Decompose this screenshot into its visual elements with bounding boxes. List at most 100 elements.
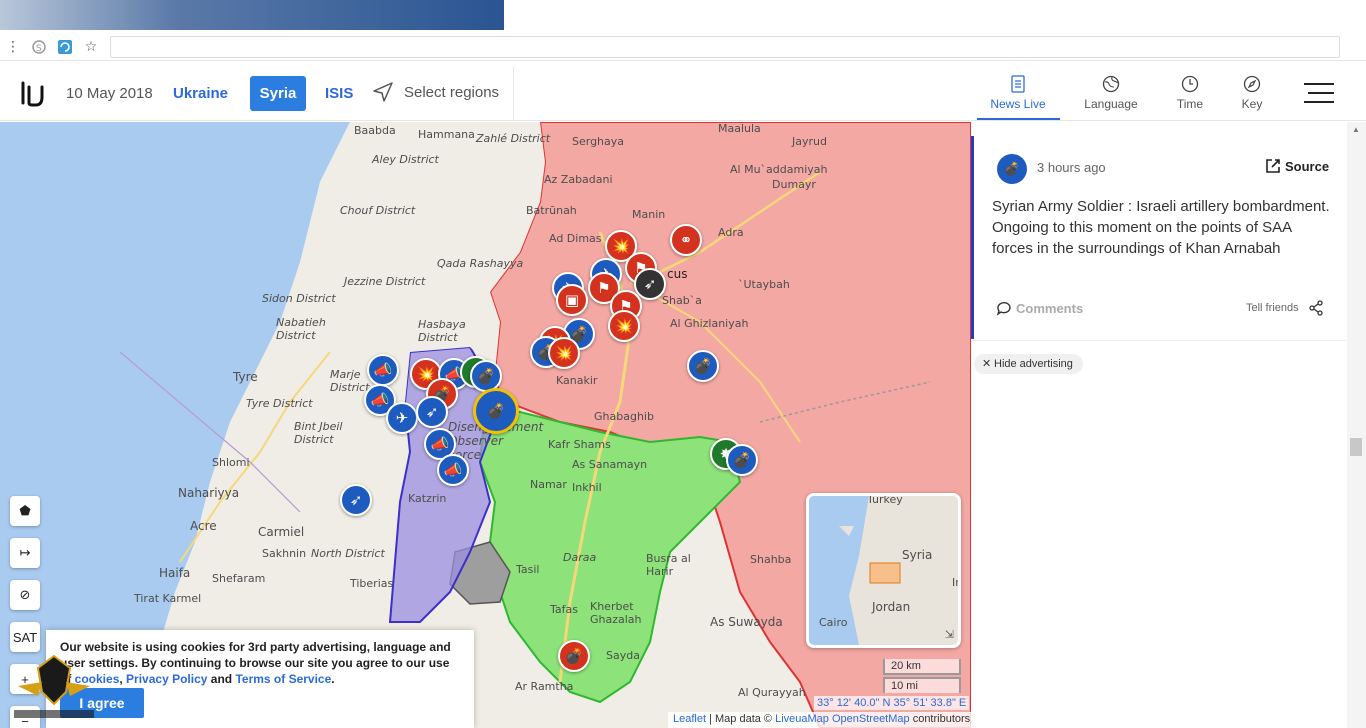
bookmark-star-icon[interactable]: ☆	[78, 34, 104, 60]
place-label: Nahariyya	[178, 486, 240, 500]
place-label: Aley District	[372, 153, 439, 166]
place-label: Qada Rashayya	[437, 257, 524, 270]
place-label: North District	[311, 547, 385, 560]
current-date[interactable]: 10 May 2018	[66, 85, 153, 102]
app-header: 10 May 2018 Ukraine Syria ISIS Select re…	[0, 67, 1366, 121]
svg-text:S: S	[36, 44, 42, 54]
arrow-right-icon[interactable]: ↦	[10, 538, 40, 568]
privacy-policy-link[interactable]: Privacy Policy	[126, 672, 207, 686]
place-label: Acre	[190, 519, 217, 533]
photo-marker-icon[interactable]: ▣	[556, 284, 588, 316]
place-label: Katzrin	[408, 492, 447, 505]
place-label: Sakhnin	[262, 547, 307, 560]
liveuamap-link[interactable]: LiveuaMap	[775, 713, 829, 725]
news-card[interactable]: 💣 3 hours ago Source Syrian Army Soldier…	[971, 136, 1346, 339]
news-icon	[1011, 75, 1025, 93]
cursor-coordinates: 33° 12' 40.0" N 35° 51' 33.8" E	[814, 696, 970, 710]
bomb-marker-icon[interactable]: 💣	[687, 350, 719, 382]
place-label: Busra al Harir	[646, 552, 691, 578]
satellite-toggle-button[interactable]: SAT	[10, 622, 40, 652]
place-label: Ar Ramtha	[515, 680, 574, 693]
place-label: Kanakir	[556, 374, 598, 387]
cookie-text: and	[207, 672, 236, 686]
polygon-icon[interactable]: ⬟	[10, 496, 40, 526]
url-field[interactable]	[110, 35, 1340, 58]
place-label: Hasbaya District	[418, 318, 466, 344]
scroll-up-icon[interactable]: ▲	[1352, 125, 1360, 134]
place-label: Carmiel	[258, 525, 305, 539]
minimap-label: Jordan	[872, 600, 911, 614]
minimap-label: Syria	[902, 548, 933, 562]
bomb-marker-selected-icon[interactable]: 💣	[473, 388, 519, 434]
place-label: Az Zabadani	[544, 173, 613, 186]
place-label: Zahlé District	[476, 132, 551, 145]
explosion-marker-icon[interactable]: 💥	[608, 310, 640, 342]
place-label: Al Mu`addamiyah	[730, 163, 828, 176]
place-label: Jezzine District	[344, 275, 426, 288]
external-link-icon	[1266, 159, 1280, 173]
place-label: Shefaram	[212, 572, 266, 585]
leaflet-link[interactable]: Leaflet	[673, 713, 706, 725]
panel-scrollbar[interactable]: ▲	[1347, 122, 1366, 728]
hamburger-menu-icon[interactable]	[1304, 83, 1334, 105]
osm-link[interactable]: OpenStreetMap	[832, 713, 910, 725]
minimap-toggle-icon[interactable]: ⇲	[945, 628, 954, 641]
nav-key-label: Key	[1241, 97, 1263, 111]
news-comments-link[interactable]: Comments	[996, 300, 1083, 316]
nav-time-label: Time	[1176, 97, 1204, 111]
minimap-label: Cairo	[819, 616, 848, 629]
place-label: As Sanamayn	[572, 458, 648, 471]
liveuamap-logo[interactable]	[20, 79, 48, 109]
missile-marker-icon[interactable]: ➶	[340, 484, 372, 516]
minimap[interactable]: Turkey Syria Ir Jordan Cairo ⇲	[806, 493, 961, 648]
megaphone-marker-icon[interactable]: 📣	[437, 454, 469, 486]
nav-news-live[interactable]: News Live	[978, 75, 1058, 111]
share-icon[interactable]	[1308, 300, 1324, 316]
explosion-marker-icon[interactable]: 💥	[548, 337, 580, 369]
select-regions-label: Select regions	[404, 83, 500, 101]
browser-titlebar	[0, 0, 504, 30]
news-source-link[interactable]: Source	[1265, 158, 1329, 174]
clock-icon	[1181, 75, 1199, 93]
hide-eye-icon[interactable]: ⊘	[10, 580, 40, 610]
rocket-marker-icon[interactable]: ➶	[634, 268, 666, 300]
place-label: Shahba	[750, 553, 792, 566]
attribution-text: | Map data ©	[706, 713, 776, 725]
scroll-thumb[interactable]	[1350, 438, 1362, 456]
place-label: Maalula	[718, 122, 761, 135]
missile-marker-icon[interactable]: ➶	[416, 396, 448, 428]
map-scale: 20 km 10 mi	[883, 659, 961, 693]
place-label: Namar	[530, 478, 567, 491]
terms-link[interactable]: Terms of Service	[235, 672, 331, 686]
place-label: Al Qurayyah	[738, 686, 806, 699]
megaphone-marker-icon[interactable]: 📣	[367, 354, 399, 386]
place-label: Tafas	[550, 603, 578, 616]
nav-key[interactable]: Key	[1212, 75, 1292, 111]
place-label: Tyre District	[246, 397, 313, 410]
arab-defense-forum-watermark-icon	[14, 654, 94, 718]
bomb-marker-icon[interactable]: 💣	[726, 444, 758, 476]
select-regions-button[interactable]: Select regions	[372, 81, 499, 103]
hide-advertising-button[interactable]: ✕ Hide advertising	[974, 354, 1083, 374]
tab-syria[interactable]: Syria	[250, 76, 306, 111]
tab-isis[interactable]: ISIS	[325, 85, 353, 102]
extension-icon[interactable]	[52, 34, 78, 60]
news-comments-label: Comments	[1016, 300, 1084, 316]
place-label: Chouf District	[340, 204, 416, 217]
place-label: Kafr Shams	[548, 438, 611, 451]
active-nav-underline	[977, 118, 1060, 120]
skype-extension-icon[interactable]: S	[26, 34, 52, 60]
jet-marker-icon[interactable]: ✈	[386, 402, 418, 434]
nav-language-label: Language	[1084, 97, 1138, 111]
place-label: Al Ghizlaniyah	[670, 317, 749, 330]
news-source-label: Source	[1285, 158, 1330, 174]
binoculars-marker-icon[interactable]: ⚭	[670, 224, 702, 256]
place-label: Tiberias	[350, 577, 394, 590]
tab-ukraine[interactable]: Ukraine	[173, 85, 228, 102]
divider	[971, 340, 1346, 341]
comment-icon	[996, 301, 1011, 316]
tell-friends-label: Tell friends	[1246, 302, 1299, 314]
bomb-marker-icon[interactable]: 💣	[558, 640, 590, 672]
nav-language[interactable]: Language	[1071, 75, 1151, 111]
browser-menu-icon[interactable]: ⋮	[0, 34, 26, 60]
